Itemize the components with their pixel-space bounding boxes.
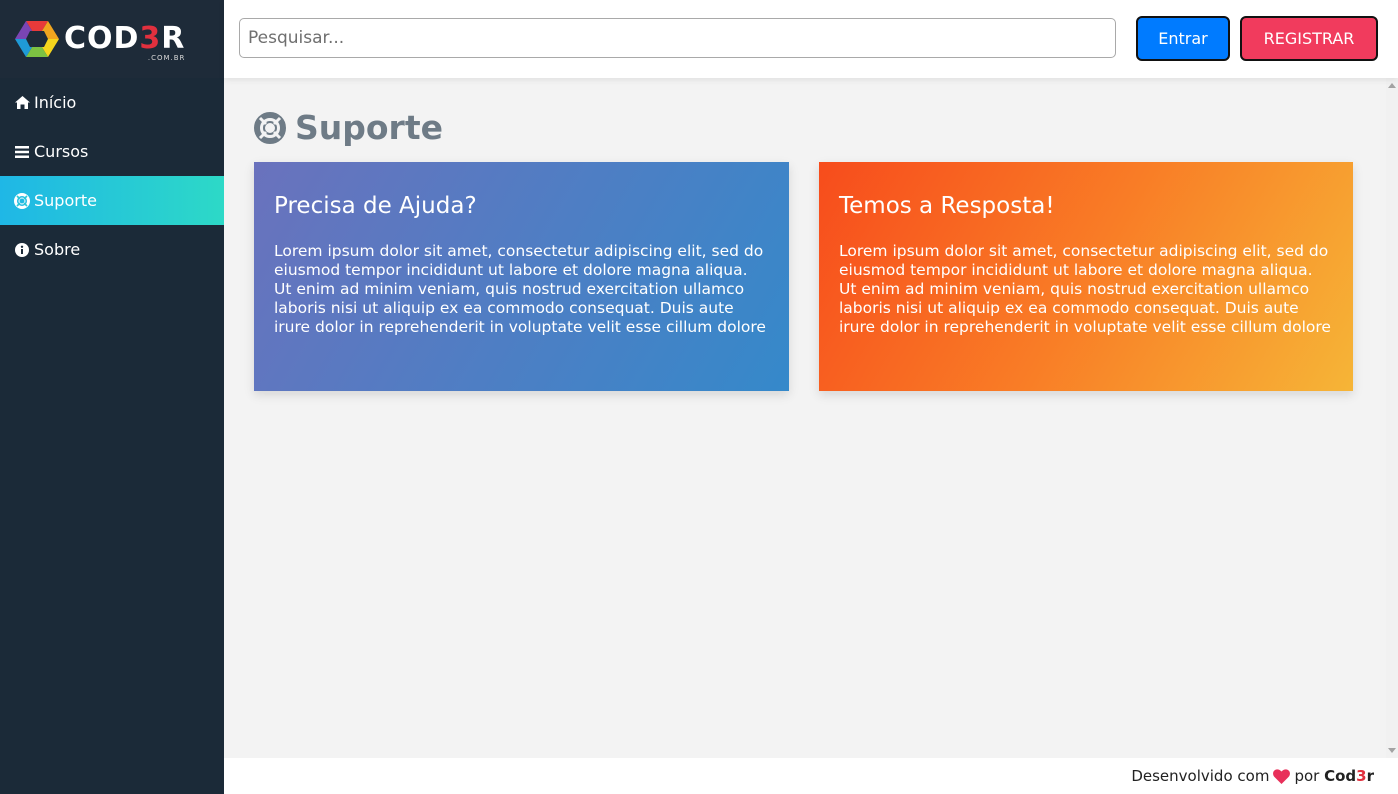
logo-hex-icon [15,21,59,57]
life-ring-icon [14,192,30,209]
sidebar-item-label: Cursos [34,142,89,161]
register-button[interactable]: REGISTRAR [1240,16,1378,61]
footer-brand[interactable]: Cod3r [1324,767,1374,785]
answer-card: Temos a Resposta! Lorem ipsum dolor sit … [819,162,1353,391]
info-circle-icon [14,242,30,258]
page-title-text: Suporte [295,108,443,147]
scrollbar[interactable] [1386,78,1398,758]
sidebar-item-label: Suporte [34,191,97,210]
sidebar-menu: Início Cursos Suporte Sobre [0,78,224,274]
logo[interactable]: COD3R .COM.BR [0,0,224,78]
scroll-down-arrow-icon[interactable] [1388,748,1396,753]
card-text: Lorem ipsum dolor sit amet, consectetur … [839,242,1331,336]
search-input[interactable] [239,18,1116,58]
header: Entrar REGISTRAR [224,0,1398,78]
footer-prefix: Desenvolvido com [1131,767,1270,785]
logo-word: COD3R [64,21,186,56]
life-ring-icon [254,111,286,144]
home-icon [14,95,30,111]
main-content: Suporte Precisa de Ajuda? Lorem ipsum do… [224,78,1386,758]
sidebar-item-label: Sobre [34,240,81,259]
heart-icon [1273,768,1291,784]
app: COD3R .COM.BR Início Cursos Suporte Sobr… [0,0,1398,794]
sidebar-item-sobre[interactable]: Sobre [0,225,224,274]
card-title: Precisa de Ajuda? [274,193,477,219]
footer: Desenvolvido com por Cod3r [224,758,1398,794]
logo-text: COD3R .COM.BR [64,21,186,63]
card-title: Temos a Resposta! [839,193,1055,219]
card-text: Lorem ipsum dolor sit amet, consectetur … [274,242,766,336]
sidebar-item-suporte[interactable]: Suporte [0,176,224,225]
page-title: Suporte [254,108,443,147]
sidebar-item-cursos[interactable]: Cursos [0,127,224,176]
footer-suffix: por [1294,767,1320,785]
logo-subtitle: .COM.BR [147,54,186,62]
bars-icon [14,144,30,160]
sidebar-item-label: Início [34,93,77,112]
login-button[interactable]: Entrar [1136,16,1230,61]
scroll-up-arrow-icon[interactable] [1388,83,1396,88]
sidebar: COD3R .COM.BR Início Cursos Suporte Sobr… [0,0,224,794]
sidebar-item-inicio[interactable]: Início [0,78,224,127]
help-card: Precisa de Ajuda? Lorem ipsum dolor sit … [254,162,789,391]
